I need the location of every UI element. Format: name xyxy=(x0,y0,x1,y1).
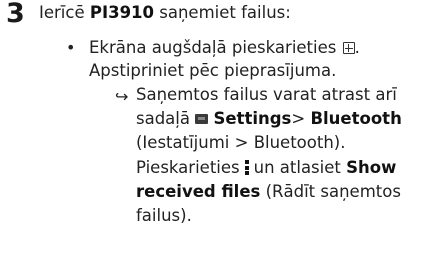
step-intro-prefix: Ierīcē xyxy=(39,3,90,22)
bullet-marker: • xyxy=(66,38,76,57)
result-line-2: sadaļā Settings> Bluetooth xyxy=(136,109,402,129)
result-line-5-suffix: (Rādīt saņemtos xyxy=(260,182,401,201)
result-line-4-mid: un atlasiet xyxy=(253,158,347,177)
menu-icon xyxy=(244,160,249,175)
result-line-4: Pieskarieties un atlasiet Show xyxy=(136,158,396,178)
result-arrow-icon: ↪ xyxy=(115,87,129,106)
received-files-label: received files xyxy=(136,182,261,201)
bullet-line-1: Ekrāna augšdaļā pieskarieties . xyxy=(89,38,360,58)
result-line-5: received files (Rādīt saņemtos xyxy=(136,182,401,202)
bullet-line-2: Apstipriniet pēc pieprasījuma. xyxy=(89,61,337,80)
result-line-6: failus). xyxy=(136,206,192,225)
device-name: PI3910 xyxy=(89,3,155,22)
result-line-4-prefix: Pieskarieties xyxy=(136,158,240,177)
settings-icon xyxy=(195,114,209,124)
grid-icon xyxy=(342,42,355,54)
result-line-3: (Iestatījumi > Bluetooth). xyxy=(136,133,346,152)
result-line-1: Saņemtos failus varat atrast arī xyxy=(136,85,397,104)
step-number: 3 xyxy=(6,0,25,29)
settings-label: Settings xyxy=(213,109,292,128)
manual-page: 3 Ierīcē PI3910 saņemiet failus: • Ekrān… xyxy=(0,0,443,269)
step-intro-suffix: saņemiet failus: xyxy=(154,3,291,22)
path-separator: > xyxy=(291,109,311,128)
result-line-2-prefix: sadaļā xyxy=(136,109,196,128)
bluetooth-label: Bluetooth xyxy=(310,109,402,128)
show-label: Show xyxy=(346,158,397,177)
bullet-line-1-suffix: . xyxy=(354,38,360,57)
bullet-line-1-prefix: Ekrāna augšdaļā pieskarieties xyxy=(89,38,342,57)
step-intro: Ierīcē PI3910 saņemiet failus: xyxy=(39,3,291,23)
